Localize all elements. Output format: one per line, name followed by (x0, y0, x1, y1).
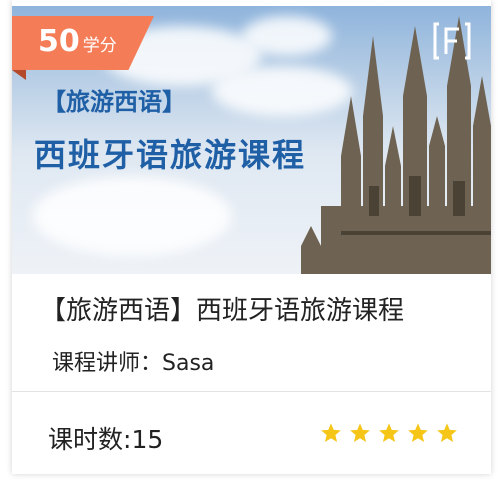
banner-title: 西班牙语旅游课程 (34, 136, 307, 174)
star-icon (321, 423, 341, 442)
lessons-row: 课时数:15 (48, 420, 163, 456)
course-title[interactable]: 【旅游西语】西班牙语旅游课程 (40, 290, 404, 327)
card-divider (12, 391, 491, 392)
course-banner[interactable]: 50 学分 【旅游西语】 西班牙语旅游课程 (12, 6, 491, 274)
star-icon (350, 423, 370, 442)
banner-tag: 【旅游西语】 (42, 88, 186, 116)
framed-letter-f-icon (433, 22, 471, 60)
teacher-label: 课程讲师： (52, 351, 163, 376)
star-icon (437, 423, 457, 442)
credits-unit: 学分 (82, 36, 117, 56)
lessons-label: 课时数: (48, 425, 132, 454)
teacher-name: Sasa (162, 351, 215, 376)
star-icon (408, 423, 428, 442)
teacher-row: 课程讲师：Sasa (52, 345, 214, 377)
rating-stars (320, 422, 458, 444)
lessons-count: 15 (131, 425, 164, 454)
credits-value: 50 (38, 24, 80, 59)
star-icon (379, 423, 399, 442)
credits-badge-fold (12, 70, 26, 80)
